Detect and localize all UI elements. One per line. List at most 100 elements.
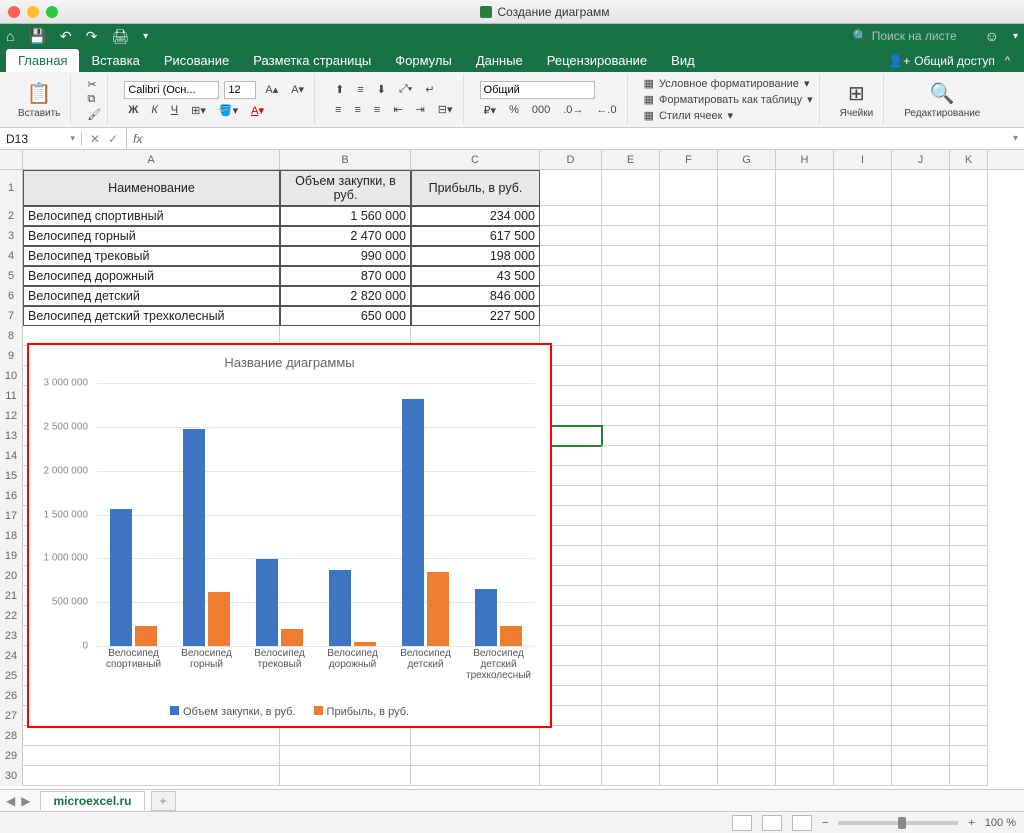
cell[interactable] [834, 686, 892, 706]
cell[interactable] [776, 426, 834, 446]
window-close-icon[interactable] [8, 6, 20, 18]
legend-item[interactable]: Прибыль, в руб. [314, 706, 410, 718]
add-sheet-button[interactable]: + [151, 791, 176, 811]
cell[interactable] [602, 486, 660, 506]
legend-item[interactable]: Объем закупки, в руб. [170, 706, 296, 718]
row-header-5[interactable]: 5 [0, 266, 23, 286]
row-header-27[interactable]: 27 [0, 706, 23, 726]
cell[interactable] [540, 766, 602, 786]
cell[interactable] [718, 646, 776, 666]
cell[interactable] [776, 446, 834, 466]
cell[interactable] [950, 546, 988, 566]
cell[interactable] [602, 606, 660, 626]
row-header-22[interactable]: 22 [0, 606, 23, 626]
zoom-slider[interactable] [838, 821, 958, 825]
cell[interactable] [776, 266, 834, 286]
cell[interactable] [950, 706, 988, 726]
cell[interactable] [834, 586, 892, 606]
cell[interactable] [834, 746, 892, 766]
cell[interactable] [834, 626, 892, 646]
print-icon[interactable]: 🖨 [111, 28, 129, 45]
cell[interactable] [776, 406, 834, 426]
select-all-corner[interactable] [0, 150, 23, 169]
cell[interactable] [602, 306, 660, 326]
chart-bar[interactable] [135, 626, 157, 647]
cell[interactable] [602, 666, 660, 686]
cell[interactable] [834, 506, 892, 526]
cell[interactable] [660, 586, 718, 606]
cell[interactable] [950, 606, 988, 626]
cell[interactable] [892, 506, 950, 526]
cell[interactable]: Велосипед дорожный [23, 266, 280, 286]
column-header-H[interactable]: H [776, 150, 834, 169]
cell[interactable] [602, 466, 660, 486]
cell[interactable] [718, 466, 776, 486]
cell[interactable] [834, 206, 892, 226]
align-top-button[interactable]: ⬆ [331, 81, 348, 98]
column-header-D[interactable]: D [540, 150, 602, 169]
cell[interactable] [950, 586, 988, 606]
percent-button[interactable]: % [505, 102, 523, 118]
cell[interactable]: Объем закупки, в руб. [280, 170, 411, 206]
cell[interactable] [834, 466, 892, 486]
cell[interactable] [776, 546, 834, 566]
cell[interactable] [834, 666, 892, 686]
cell[interactable] [660, 226, 718, 246]
tab-формулы[interactable]: Формулы [383, 49, 464, 72]
column-header-J[interactable]: J [892, 150, 950, 169]
merge-button[interactable]: ⊟▾ [434, 101, 457, 118]
increase-indent-button[interactable]: ⇥ [412, 101, 429, 118]
cell[interactable] [660, 766, 718, 786]
cell[interactable] [602, 206, 660, 226]
cell[interactable] [834, 226, 892, 246]
cell[interactable] [892, 246, 950, 266]
chart-bar[interactable] [402, 399, 424, 646]
tab-рисование[interactable]: Рисование [152, 49, 241, 72]
cell[interactable] [602, 706, 660, 726]
row-header-6[interactable]: 6 [0, 286, 23, 306]
cell[interactable] [950, 266, 988, 286]
tab-вставка[interactable]: Вставка [79, 49, 151, 72]
row-header-12[interactable]: 12 [0, 406, 23, 426]
cell[interactable] [776, 586, 834, 606]
row-header-11[interactable]: 11 [0, 386, 23, 406]
cell[interactable] [660, 526, 718, 546]
cell[interactable] [660, 566, 718, 586]
cell[interactable] [776, 606, 834, 626]
home-icon[interactable]: ⌂ [6, 28, 14, 44]
chart-bar[interactable] [329, 570, 351, 646]
sheet-nav-last-icon[interactable]: ▶ [21, 794, 30, 808]
cell[interactable] [602, 626, 660, 646]
cell[interactable] [660, 646, 718, 666]
cell[interactable] [602, 386, 660, 406]
cell[interactable] [660, 266, 718, 286]
cell[interactable] [892, 206, 950, 226]
orientation-button[interactable]: ⤢▾ [395, 81, 416, 98]
cell[interactable] [950, 506, 988, 526]
row-header-8[interactable]: 8 [0, 326, 23, 346]
chart-bar[interactable] [475, 589, 497, 646]
cell[interactable] [834, 446, 892, 466]
chart-bar[interactable] [281, 629, 303, 646]
chart-bar[interactable] [110, 509, 132, 646]
sheet-nav-first-icon[interactable]: ◀ [6, 794, 15, 808]
cell[interactable] [602, 246, 660, 266]
view-page-break-button[interactable] [792, 815, 812, 831]
cell[interactable] [602, 366, 660, 386]
cell[interactable] [892, 746, 950, 766]
conditional-formatting-button[interactable]: ▦ Условное форматирование ▾ [644, 77, 813, 90]
cell[interactable] [776, 706, 834, 726]
column-header-I[interactable]: I [834, 150, 892, 169]
cell[interactable] [776, 226, 834, 246]
cell[interactable]: 650 000 [280, 306, 411, 326]
cell[interactable] [718, 666, 776, 686]
cell[interactable] [950, 746, 988, 766]
cell[interactable] [950, 526, 988, 546]
cell[interactable]: 1 560 000 [280, 206, 411, 226]
cell[interactable]: 2 820 000 [280, 286, 411, 306]
cell[interactable] [602, 526, 660, 546]
cell[interactable] [776, 366, 834, 386]
cell[interactable] [834, 366, 892, 386]
cell[interactable] [660, 506, 718, 526]
increase-decimal-button[interactable]: .0→ [559, 102, 587, 118]
